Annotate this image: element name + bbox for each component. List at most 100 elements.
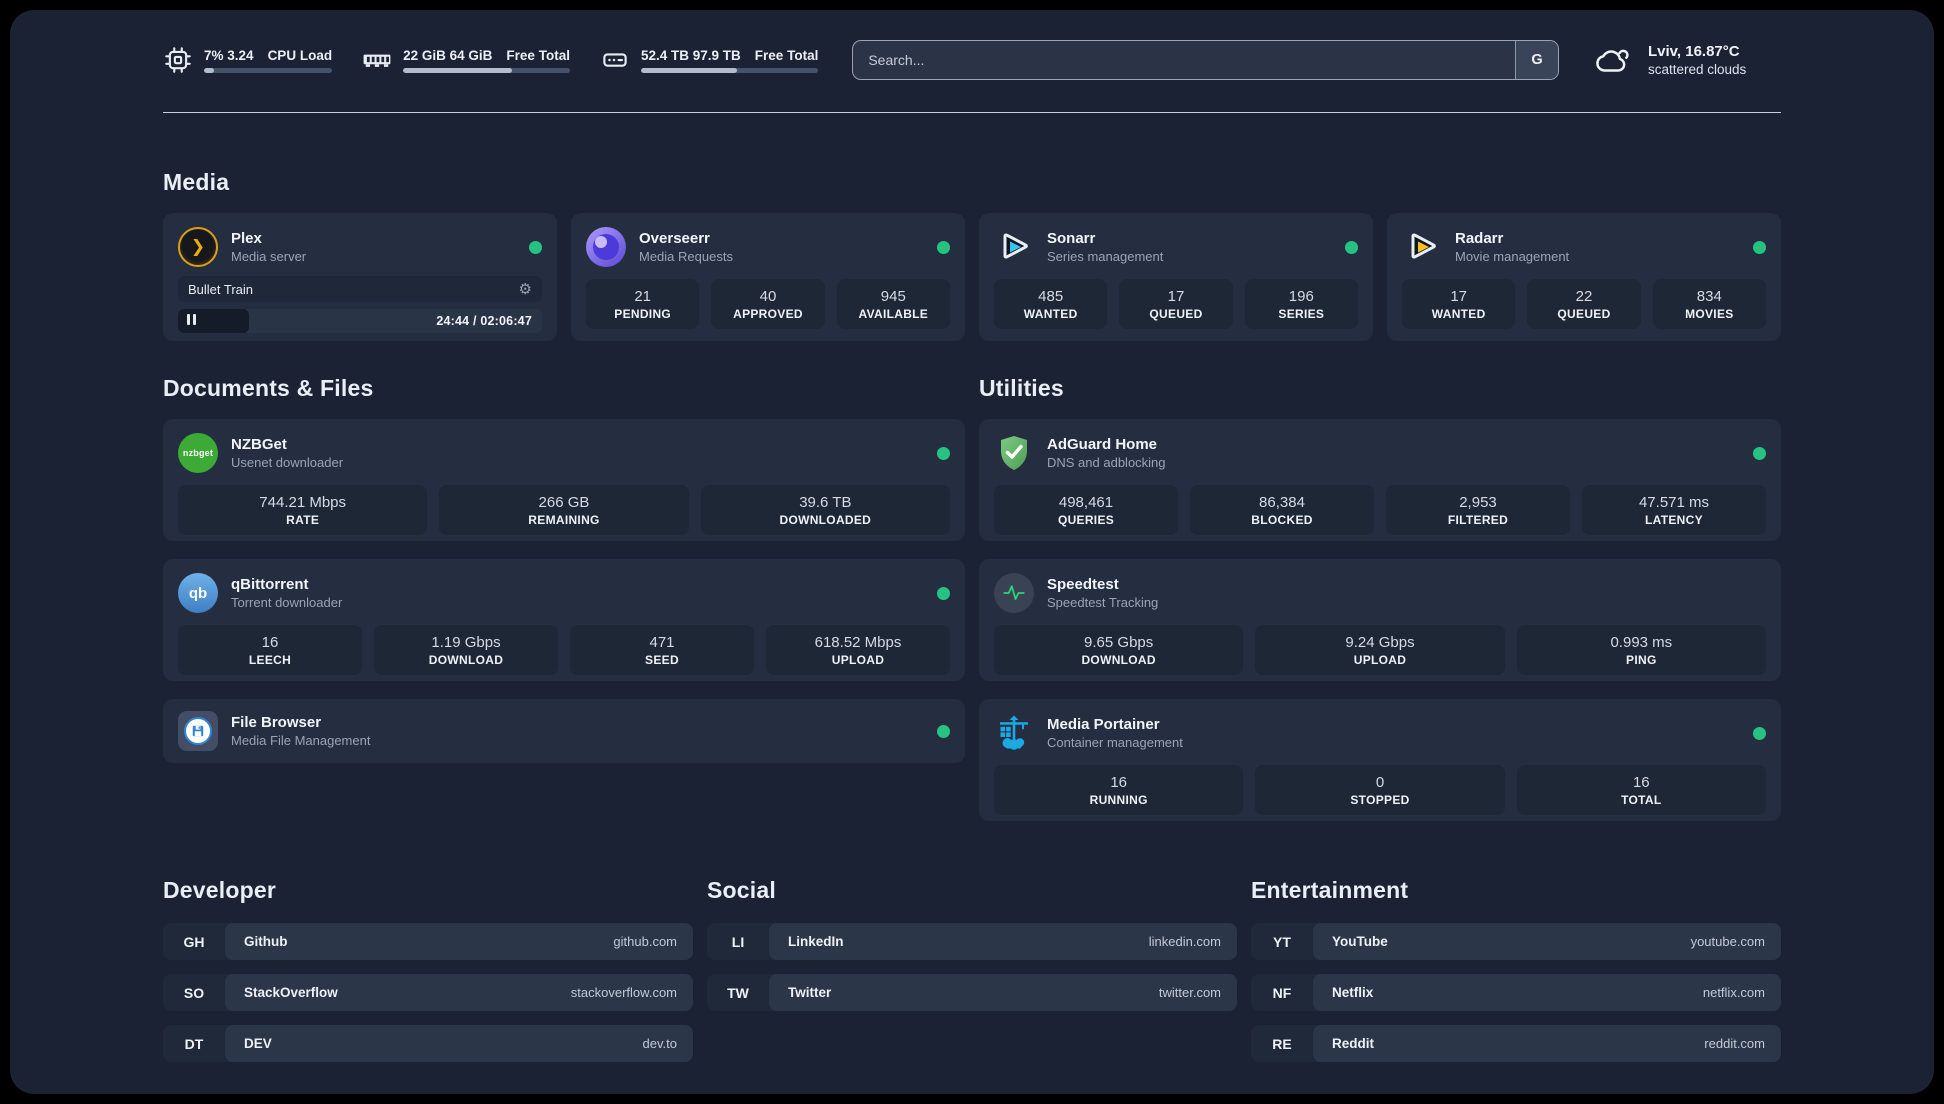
disk-total-label: Total — [787, 47, 819, 63]
status-dot — [1753, 446, 1766, 460]
link-abbr: LI — [731, 933, 745, 950]
link-abbr: NF — [1272, 984, 1292, 1001]
stat-download: 1.19 Gbps DOWNLOAD — [374, 625, 558, 675]
disk-total-value: 97.9 TB — [692, 47, 741, 63]
section-utilities: Utilities AdGuard Home DNS and adblockin… — [979, 375, 1781, 821]
link-name: Github — [244, 934, 288, 949]
search-engine-button[interactable]: G — [1515, 41, 1558, 79]
app-name: Overseerr — [639, 230, 710, 247]
stat-downloaded: 39.6 TB DOWNLOADED — [700, 485, 950, 535]
link-name: Netflix — [1332, 985, 1374, 1000]
link-github[interactable]: GH Github github.com — [163, 923, 693, 960]
app-name: AdGuard Home — [1047, 436, 1158, 453]
stat-ping: 0.993 ms PING — [1516, 625, 1766, 675]
status-dot — [937, 240, 950, 254]
stat-available: 945 AVAILABLE — [836, 279, 950, 329]
stat-series: 196 SERIES — [1244, 279, 1358, 329]
status-dot — [1345, 240, 1358, 254]
speedtest-icon — [994, 573, 1034, 613]
section-social: Social LI LinkedIn linkedin.com TW Twitt… — [707, 877, 1237, 1062]
playback-progress-bar: 24:44 / 02:06:47 — [178, 309, 542, 333]
link-abbr: SO — [183, 984, 205, 1001]
status-dot — [1753, 240, 1766, 254]
app-name: NZBGet — [231, 436, 287, 453]
header-divider — [163, 112, 1781, 113]
stat-movies: 834 MOVIES — [1652, 279, 1766, 329]
nzbget-icon: nzbget — [178, 433, 218, 473]
stat-running: 16 RUNNING — [994, 765, 1244, 815]
app-name: Speedtest — [1047, 576, 1119, 593]
gear-icon[interactable]: ⚙ — [519, 282, 532, 297]
search-input[interactable] — [853, 41, 1515, 79]
stat-pending: 21 PENDING — [586, 279, 700, 329]
section-title-documents: Documents & Files — [163, 375, 374, 401]
search-bar: G — [852, 40, 1559, 80]
overseerr-card[interactable]: Overseerr Media Requests 21 PENDING 40 A… — [571, 213, 965, 341]
disk-stat: 52.4 TB 97.9 TB Free Total — [600, 45, 819, 75]
link-name: StackOverflow — [244, 985, 338, 1000]
link-stackoverflow[interactable]: SO StackOverflow stackoverflow.com — [163, 974, 693, 1011]
app-description: DNS and adblocking — [1047, 455, 1166, 470]
section-entertainment: Entertainment YT YouTube youtube.com NF … — [1251, 877, 1781, 1062]
pause-icon[interactable] — [187, 312, 199, 330]
stat-filtered: 2,953 FILTERED — [1386, 485, 1570, 535]
section-media: Media ❯ Plex Media server Bullet Train ⚙… — [163, 169, 1781, 341]
memory-total-value: 64 GiB — [449, 47, 493, 63]
link-url: reddit.com — [1704, 1036, 1765, 1051]
sonarr-card[interactable]: Sonarr Series management 485 WANTED 17 Q… — [979, 213, 1373, 341]
section-title-entertainment: Entertainment — [1251, 877, 1409, 903]
link-linkedin[interactable]: LI LinkedIn linkedin.com — [707, 923, 1237, 960]
link-url: dev.to — [642, 1036, 677, 1051]
link-reddit[interactable]: RE Reddit reddit.com — [1251, 1025, 1781, 1062]
cpu-label: CPU — [267, 47, 297, 63]
app-description: Container management — [1047, 735, 1183, 750]
link-name: DEV — [244, 1036, 272, 1051]
disk-free-label: Free — [754, 47, 784, 63]
memory-icon — [363, 54, 391, 67]
link-twitter[interactable]: TW Twitter twitter.com — [707, 974, 1237, 1011]
stat-approved: 40 APPROVED — [711, 279, 825, 329]
app-name: Plex — [231, 230, 262, 247]
radarr-card[interactable]: Radarr Movie management 17 WANTED 22 QUE… — [1387, 213, 1781, 341]
link-youtube[interactable]: YT YouTube youtube.com — [1251, 923, 1781, 960]
link-url: linkedin.com — [1148, 934, 1221, 949]
app-description: Media server — [231, 249, 307, 264]
link-abbr: TW — [727, 984, 749, 1001]
app-description: Media File Management — [231, 733, 371, 748]
stat-leech: 16 LEECH — [178, 625, 362, 675]
file-browser-card[interactable]: File Browser Media File Management — [163, 699, 965, 763]
link-netflix[interactable]: NF Netflix netflix.com — [1251, 974, 1781, 1011]
qbittorrent-card[interactable]: qb qBittorrent Torrent downloader 16 LEE… — [163, 559, 965, 681]
section-title-social: Social — [707, 877, 776, 903]
stat-queued: 22 QUEUED — [1527, 279, 1641, 329]
stat-remaining: 266 GB REMAINING — [439, 485, 689, 535]
portainer-card[interactable]: Media Portainer Container management 16 … — [979, 699, 1781, 821]
plex-now-playing: Bullet Train ⚙ 24:44 / 02:06:47 — [178, 276, 542, 333]
section-title-utilities: Utilities — [979, 375, 1064, 401]
cpu-load-value: 3.24 — [227, 47, 254, 63]
link-dev[interactable]: DT DEV dev.to — [163, 1025, 693, 1062]
nzbget-card[interactable]: nzbget NZBGet Usenet downloader 744.21 M… — [163, 419, 965, 541]
app-description: Media Requests — [639, 249, 733, 264]
status-dot — [937, 724, 950, 738]
speedtest-card[interactable]: Speedtest Speedtest Tracking 9.65 Gbps D… — [979, 559, 1781, 681]
link-url: netflix.com — [1702, 985, 1765, 1000]
adguard-icon — [1001, 436, 1027, 470]
app-description: Movie management — [1455, 249, 1570, 264]
memory-stat: 22 GiB 64 GiB Free Total — [362, 47, 570, 74]
link-url: twitter.com — [1158, 985, 1221, 1000]
disk-free-value: 52.4 TB — [640, 47, 689, 63]
stat-queries: 498,461 QUERIES — [994, 485, 1178, 535]
stat-rate: 744.21 Mbps RATE — [178, 485, 428, 535]
stat-upload: 9.24 Gbps UPLOAD — [1255, 625, 1505, 675]
stat-wanted: 485 WANTED — [994, 279, 1108, 329]
stat-latency: 47.571 ms LATENCY — [1582, 485, 1766, 535]
status-dot — [937, 446, 950, 460]
now-playing-title: Bullet Train — [188, 281, 254, 297]
adguard-home-card[interactable]: AdGuard Home DNS and adblocking 498,461 … — [979, 419, 1781, 541]
link-name: Reddit — [1332, 1036, 1374, 1051]
plex-card[interactable]: ❯ Plex Media server Bullet Train ⚙ 24:44… — [163, 213, 557, 341]
disk-icon — [603, 53, 627, 67]
app-description: Torrent downloader — [231, 595, 343, 610]
stat-download: 9.65 Gbps DOWNLOAD — [994, 625, 1244, 675]
